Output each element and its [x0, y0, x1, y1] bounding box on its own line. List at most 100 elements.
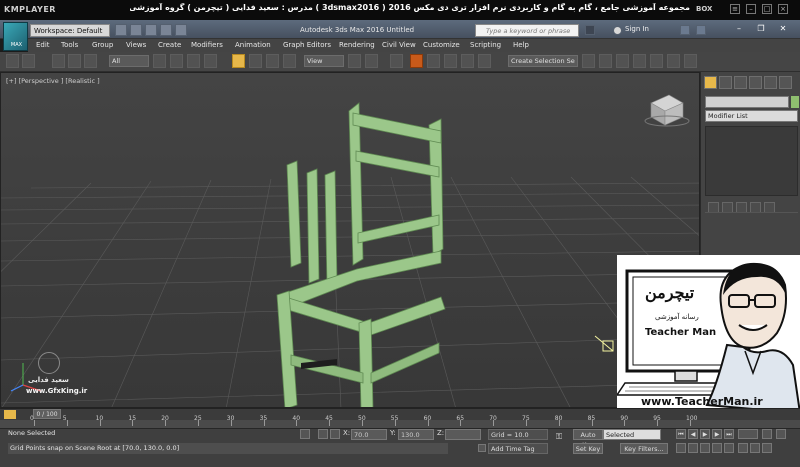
key-icon[interactable]: ⚿	[556, 432, 570, 441]
search-input[interactable]: Type a keyword or phrase	[475, 24, 579, 37]
max-logo-icon[interactable]: MAX	[3, 22, 28, 51]
select-object-icon[interactable]	[153, 54, 166, 68]
motion-tab-icon[interactable]	[749, 76, 762, 89]
track-bar[interactable]	[0, 420, 800, 428]
exchange-icon[interactable]	[680, 25, 690, 35]
play-icon[interactable]: ▶	[700, 429, 710, 439]
field-of-view-icon[interactable]	[724, 443, 734, 453]
y-coordinate-field[interactable]: 130.0	[398, 429, 434, 440]
menu-scripting[interactable]: Scripting	[470, 41, 501, 49]
angle-snap-icon[interactable]	[427, 54, 440, 68]
reference-coordinate-dropdown[interactable]: View	[304, 55, 344, 67]
menu-create[interactable]: Create	[158, 41, 181, 49]
zoom-extents-all-icon[interactable]	[712, 443, 722, 453]
redo-icon[interactable]	[175, 24, 187, 36]
utilities-tab-icon[interactable]	[779, 76, 792, 89]
z-coordinate-field[interactable]	[445, 429, 481, 440]
set-key-button[interactable]: Set Key	[573, 443, 603, 454]
hierarchy-tab-icon[interactable]	[734, 76, 747, 89]
modify-tab-icon[interactable]	[719, 76, 732, 89]
key-mode-dropdown[interactable]: Selected	[603, 429, 661, 440]
orbit-icon[interactable]	[750, 443, 760, 453]
pivot-center-icon[interactable]	[348, 54, 361, 68]
menu-help[interactable]: Help	[513, 41, 529, 49]
workspace-dropdown[interactable]: Workspace: Default	[30, 24, 110, 37]
render-setup-icon[interactable]	[684, 54, 697, 68]
x-coordinate-field[interactable]: 70.0	[351, 429, 387, 440]
menu-rendering[interactable]: Rendering	[339, 41, 375, 49]
sign-in-button[interactable]: Sign In	[625, 25, 649, 33]
menu-graph-editors[interactable]: Graph Editors	[283, 41, 331, 49]
named-selection-set-dropdown[interactable]: Create Selection Se	[508, 55, 578, 67]
selection-filter-dropdown[interactable]: All	[109, 55, 149, 67]
menu-group[interactable]: Group	[92, 41, 113, 49]
lock-selection-icon[interactable]	[300, 429, 310, 439]
binoculars-icon[interactable]	[585, 25, 595, 35]
menu-civil-view[interactable]: Civil View	[382, 41, 416, 49]
go-to-end-icon[interactable]: ⏭	[724, 429, 734, 439]
previous-frame-icon[interactable]: ◀	[688, 429, 698, 439]
graphite-toolset-icon[interactable]	[633, 54, 646, 68]
percent-snap-icon[interactable]	[444, 54, 457, 68]
menu-animation[interactable]: Animation	[235, 41, 271, 49]
bind-space-warp-icon[interactable]	[84, 54, 97, 68]
close-icon[interactable]: ×	[778, 4, 788, 14]
transform-mode-icon[interactable]	[330, 429, 340, 439]
align-icon[interactable]	[599, 54, 612, 68]
select-scale-icon[interactable]	[266, 54, 279, 68]
menu-customize[interactable]: Customize	[423, 41, 460, 49]
keyboard-shortcut-icon[interactable]	[390, 54, 403, 68]
unlink-icon[interactable]	[68, 54, 81, 68]
select-place-icon[interactable]	[283, 54, 296, 68]
chair-model[interactable]	[276, 102, 446, 408]
material-editor-icon[interactable]	[667, 54, 680, 68]
go-to-start-icon[interactable]: ⏮	[676, 429, 686, 439]
save-file-icon[interactable]	[145, 24, 157, 36]
object-name-field[interactable]	[705, 96, 789, 108]
zoom-all-icon[interactable]	[688, 443, 698, 453]
help-icon[interactable]	[696, 25, 706, 35]
menu-views[interactable]: Views	[126, 41, 146, 49]
current-frame-field[interactable]	[738, 429, 758, 439]
redo-tool-icon[interactable]	[22, 54, 35, 68]
layer-manager-icon[interactable]	[616, 54, 629, 68]
select-rotate-icon[interactable]	[249, 54, 262, 68]
pan-view-icon[interactable]	[738, 443, 748, 453]
modifier-stack[interactable]	[705, 126, 798, 196]
select-manipulate-icon[interactable]	[365, 54, 378, 68]
zoom-icon[interactable]	[676, 443, 686, 453]
zoom-extents-icon[interactable]	[700, 443, 710, 453]
edit-named-selection-icon[interactable]	[478, 54, 491, 68]
undo-tool-icon[interactable]	[6, 54, 19, 68]
add-time-tag-button[interactable]: Add Time Tag	[488, 443, 548, 454]
select-by-name-icon[interactable]	[170, 54, 183, 68]
object-color-swatch[interactable]	[791, 96, 799, 108]
modifier-list-dropdown[interactable]: Modifier List	[705, 110, 798, 122]
menu-modifiers[interactable]: Modifiers	[191, 41, 223, 49]
time-configuration-icon[interactable]	[776, 429, 786, 439]
window-crossing-icon[interactable]	[204, 54, 217, 68]
create-tab-icon[interactable]	[704, 76, 717, 89]
perspective-viewport[interactable]	[0, 72, 700, 408]
snaps-toggle-icon[interactable]	[410, 54, 423, 68]
menu-icon[interactable]: ≡	[730, 4, 740, 14]
mirror-icon[interactable]	[582, 54, 595, 68]
open-file-icon[interactable]	[130, 24, 142, 36]
new-file-icon[interactable]	[115, 24, 127, 36]
time-slider[interactable]	[0, 408, 800, 420]
minimize-icon[interactable]: –	[746, 4, 756, 14]
rectangular-selection-icon[interactable]	[187, 54, 200, 68]
select-move-icon[interactable]	[232, 54, 245, 68]
viewport-label[interactable]: [+] [Perspective ] [Realistic ]	[6, 77, 100, 85]
maximize-viewport-icon[interactable]	[762, 443, 772, 453]
minimize-window-icon[interactable]: –	[730, 24, 748, 36]
key-filters-button[interactable]: Key Filters...	[620, 443, 668, 454]
maximize-icon[interactable]: □	[762, 4, 772, 14]
time-slider-handle[interactable]: 0 / 100	[33, 409, 61, 419]
menu-edit[interactable]: Edit	[36, 41, 50, 49]
auto-key-button[interactable]: Auto Key	[573, 429, 603, 449]
undo-icon[interactable]	[160, 24, 172, 36]
link-icon[interactable]	[52, 54, 65, 68]
curve-editor-icon[interactable]	[650, 54, 663, 68]
display-tab-icon[interactable]	[764, 76, 777, 89]
